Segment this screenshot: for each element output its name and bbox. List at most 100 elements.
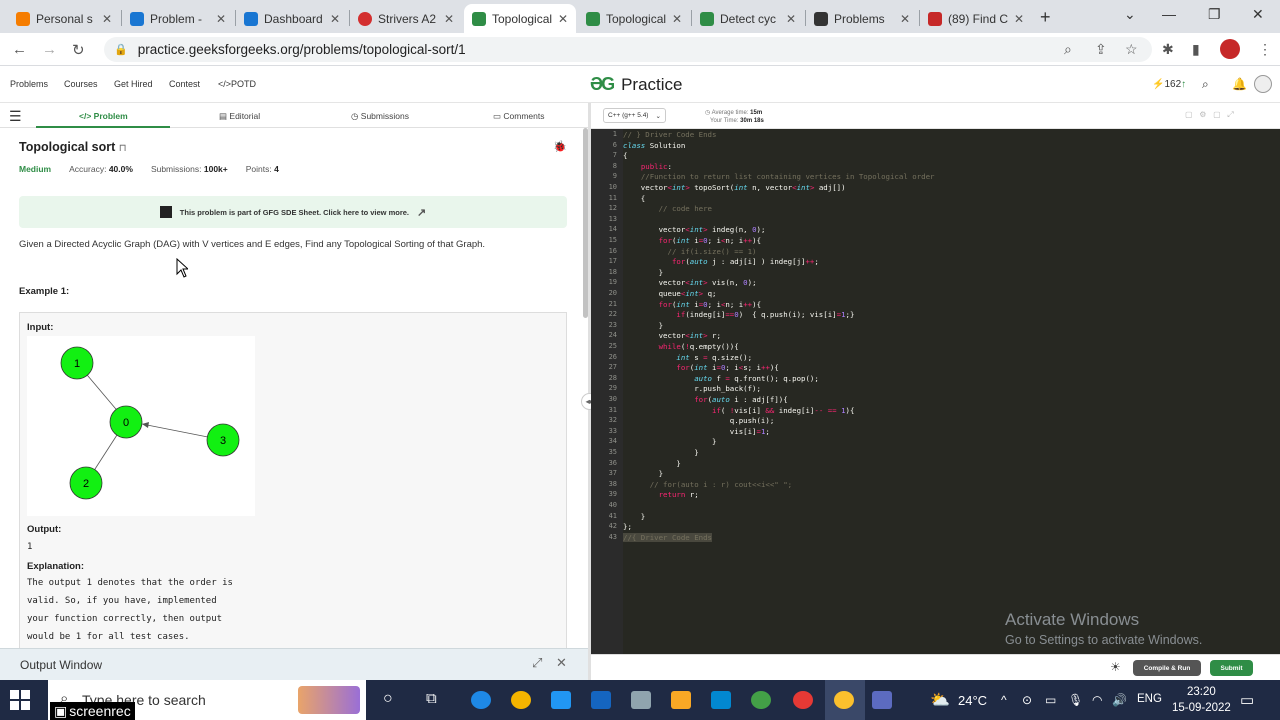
line-number: 27 <box>608 363 617 372</box>
share-icon[interactable]: ⇪ <box>1095 41 1107 58</box>
menu-kebab-icon[interactable]: ⋮ <box>1258 41 1272 58</box>
app-icon[interactable] <box>631 691 651 709</box>
tab-comments[interactable]: ▭ Comments <box>493 111 545 122</box>
microphone-icon[interactable]: 🎙 <box>1068 693 1083 707</box>
chrome-icon[interactable] <box>751 691 771 709</box>
cortana-icon[interactable]: ○ <box>383 690 393 708</box>
tab-problem[interactable]: </> Problem <box>79 111 128 121</box>
tab-submissions[interactable]: ◷ Submissions <box>351 111 409 122</box>
theme-toggle-icon[interactable]: ☀ <box>1110 660 1121 674</box>
language-select[interactable]: C++ (g++ 5.4) ⌄ <box>603 108 666 123</box>
maximize-button[interactable]: ❐ <box>1208 6 1221 23</box>
code-line: } <box>623 458 681 468</box>
line-number: 32 <box>608 416 617 425</box>
nav-potd[interactable]: </>POTD <box>218 79 256 89</box>
browser-tab[interactable]: Dashboard ✕ <box>236 4 348 33</box>
bookmark-star-icon[interactable]: ☆ <box>1125 41 1138 58</box>
bell-icon[interactable]: 🔔 <box>1232 77 1247 91</box>
browser-tab[interactable]: Problem - ✕ <box>122 4 234 33</box>
chrome-icon[interactable] <box>834 691 854 709</box>
file-explorer-icon[interactable] <box>671 691 691 709</box>
sidepanel-icon[interactable]: ▮ <box>1192 41 1200 58</box>
line-number: 6 <box>612 140 617 149</box>
browser-tab[interactable]: Topological ✕ <box>578 4 690 33</box>
code-line: { <box>623 151 628 161</box>
nav-courses[interactable]: Courses <box>64 79 98 89</box>
close-icon[interactable]: ✕ <box>672 12 682 26</box>
bookmark-icon[interactable]: ⊓ <box>119 143 127 154</box>
extensions-icon[interactable]: ✱ <box>1162 41 1174 58</box>
code-editor[interactable]: 1 6 7 8 9 10 11 12 13 14 15 16 17 18 19 20 21 22 23 24 25 26 2… <box>591 129 1280 654</box>
nav-get-hired[interactable]: Get Hired <box>114 79 153 89</box>
graph-svg: 1 0 3 2 <box>60 346 240 500</box>
address-bar[interactable]: 🔒 practice.geeksforgeeks.org/problems/to… <box>104 37 1152 62</box>
new-tab-button[interactable]: + <box>1040 7 1051 28</box>
code-line: return r; <box>658 490 699 500</box>
close-icon[interactable]: ✕ <box>556 655 567 671</box>
tray-app-icon[interactable]: ▭ <box>1045 693 1056 707</box>
browser-tab[interactable]: Detect cyc ✕ <box>692 4 804 33</box>
output-window-bar[interactable]: Output Window ⤢ ✕ <box>0 648 588 680</box>
back-icon[interactable]: ← <box>12 41 27 58</box>
close-icon[interactable]: ✕ <box>216 12 226 26</box>
close-icon[interactable]: ✕ <box>900 12 910 26</box>
compile-run-button[interactable]: Compile & Run <box>1133 660 1201 676</box>
close-icon[interactable]: ✕ <box>1014 12 1024 26</box>
mail-icon[interactable] <box>591 691 611 709</box>
app-icon[interactable] <box>711 691 731 709</box>
teams-icon[interactable] <box>872 691 892 709</box>
gfg-logo[interactable]: ƏG Practice <box>590 74 683 95</box>
editor-toolbar: C++ (g++ 5.4) ⌄ ◷ Average time: 15m Your… <box>591 103 1280 129</box>
forward-icon[interactable]: → <box>42 41 57 58</box>
line-number: 41 <box>608 511 617 520</box>
chrome-icon[interactable] <box>511 691 531 709</box>
close-icon[interactable]: ✕ <box>102 12 112 26</box>
edge-icon[interactable] <box>471 691 491 709</box>
weather-icon[interactable]: ⛅ <box>930 690 950 710</box>
hamburger-menu-icon[interactable]: ☰ <box>9 108 22 125</box>
tab-editorial[interactable]: ▤ Editorial <box>219 111 260 122</box>
reload-icon[interactable]: ↻ <box>72 41 85 59</box>
browser-tab[interactable]: Personal s ✕ <box>8 4 120 33</box>
system-clock[interactable]: 23:20 15-09-2022 <box>1172 684 1231 716</box>
browser-tab[interactable]: (89) Find C ✕ <box>920 4 1032 33</box>
line-number: 16 <box>608 246 617 255</box>
tray-chevron-icon[interactable]: ^ <box>1001 693 1007 707</box>
zoom-icon[interactable]: ⌕ <box>1064 41 1072 58</box>
nav-problems[interactable]: Problems <box>10 79 48 89</box>
windows-start-icon[interactable] <box>10 690 30 710</box>
browser-tab-active[interactable]: Topological ✕ <box>464 4 576 33</box>
editor-tool-icons[interactable]: ▢ ⚙ ▢ ⤢ <box>1185 110 1234 120</box>
example-graph: 1 0 3 2 <box>27 336 255 516</box>
sde-sheet-banner[interactable]: This problem is part of GFG SDE Sheet. C… <box>19 196 567 228</box>
volume-icon[interactable]: 🔊 <box>1112 693 1127 707</box>
close-window-button[interactable]: ✕ <box>1252 6 1264 23</box>
notification-icon[interactable]: ▭ <box>1240 691 1254 709</box>
submit-button[interactable]: Submit <box>1210 660 1253 676</box>
browser-tab[interactable]: Problems ✕ <box>806 4 918 33</box>
output-value: 1 <box>27 542 33 552</box>
browser-tab[interactable]: Strivers A2 ✕ <box>350 4 462 33</box>
wifi-icon[interactable]: ◠ <box>1092 693 1102 707</box>
tab-search-icon[interactable]: ⌄ <box>1124 6 1136 23</box>
nav-contest[interactable]: Contest <box>169 79 200 89</box>
input-label: Input: <box>27 322 54 333</box>
report-bug-icon[interactable]: 🐞 <box>553 140 567 153</box>
close-icon[interactable]: ✕ <box>558 12 568 26</box>
streak-counter[interactable]: ⚡162↑ <box>1152 79 1186 90</box>
expand-icon[interactable]: ⤢ <box>532 655 542 671</box>
close-icon[interactable]: ✕ <box>330 12 340 26</box>
close-icon[interactable]: ✕ <box>444 12 454 26</box>
weather-temp[interactable]: 24°C <box>958 693 987 708</box>
minimize-button[interactable]: — <box>1162 6 1176 22</box>
search-icon[interactable]: ⌕ <box>1202 77 1209 92</box>
browser-toolbar: ← → ↻ 🔒 practice.geeksforgeeks.org/probl… <box>0 33 1280 66</box>
user-avatar[interactable] <box>1254 75 1272 93</box>
task-view-icon[interactable]: ⧉ <box>426 690 437 707</box>
profile-avatar[interactable] <box>1220 39 1240 59</box>
tray-app-icon[interactable]: ⊙ <box>1022 693 1032 707</box>
store-icon[interactable] <box>551 691 571 709</box>
close-icon[interactable]: ✕ <box>786 12 796 26</box>
language-indicator[interactable]: ENG <box>1137 693 1162 705</box>
chrome-icon[interactable] <box>793 691 813 709</box>
